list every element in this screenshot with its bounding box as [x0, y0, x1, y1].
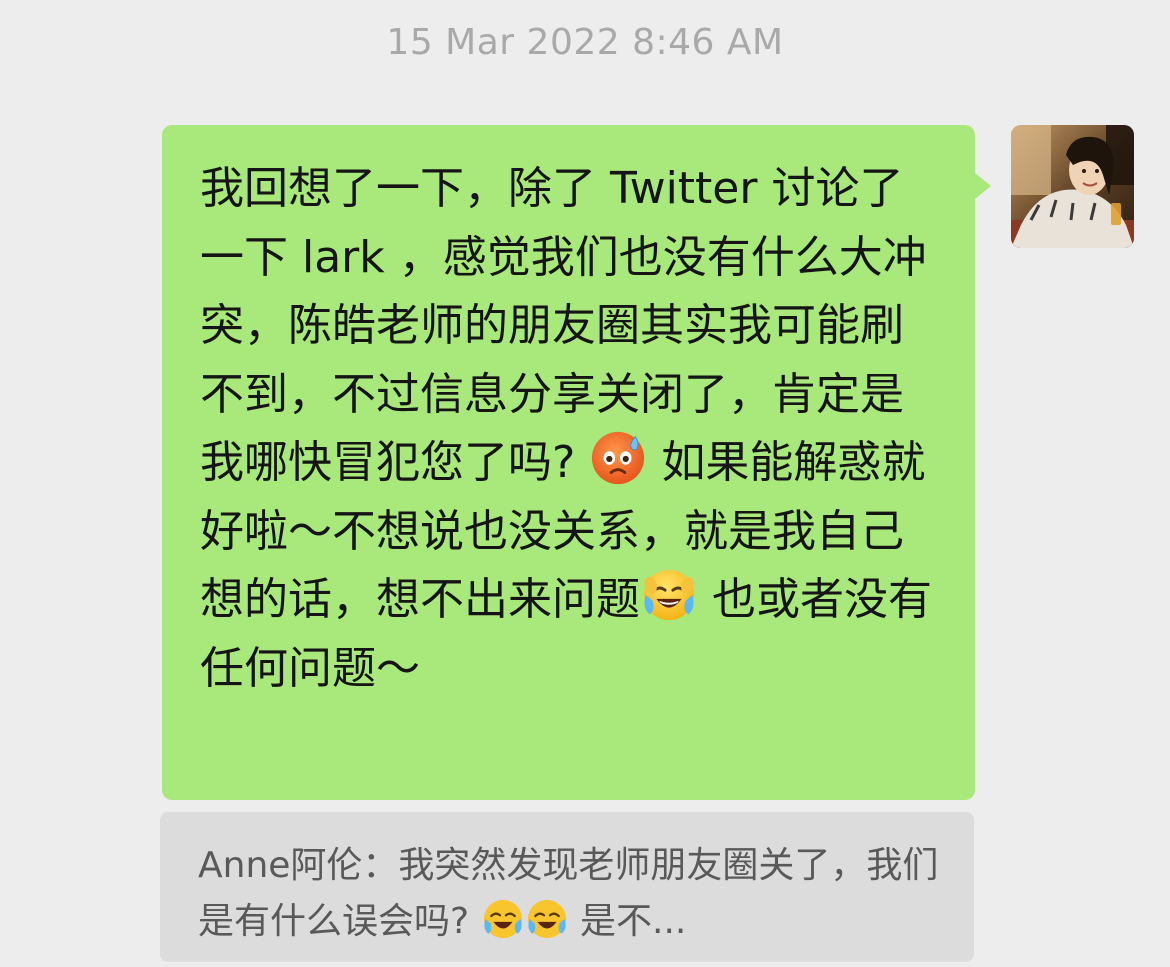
quoted-message-box[interactable]: Anne阿伦：我突然发现老师朋友圈关了，我们是有什么误会吗? 是不... — [160, 812, 974, 962]
message-bubble[interactable]: 我回想了一下，除了 Twitter 讨论了一下 lark ，感觉我们也没有什么大… — [162, 125, 975, 800]
bubble-tail — [975, 173, 991, 199]
avatar[interactable] — [1011, 125, 1134, 248]
quoted-message-text: Anne阿伦：我突然发现老师朋友圈关了，我们是有什么误会吗? 是不... — [198, 838, 940, 950]
anxious-sweat-face-icon — [592, 431, 645, 485]
quoted-text-part-2: 是不... — [568, 901, 687, 942]
message-timestamp: 15 Mar 2022 8:46 AM — [386, 22, 784, 63]
message-text: 我回想了一下，除了 Twitter 讨论了一下 lark ，感觉我们也没有什么大… — [200, 155, 947, 703]
laughing-tears-face-icon — [527, 899, 566, 939]
laughing-tears-face-icon — [643, 569, 695, 621]
laughing-tears-face-icon — [483, 899, 522, 939]
avatar-photo-image — [1011, 125, 1134, 248]
